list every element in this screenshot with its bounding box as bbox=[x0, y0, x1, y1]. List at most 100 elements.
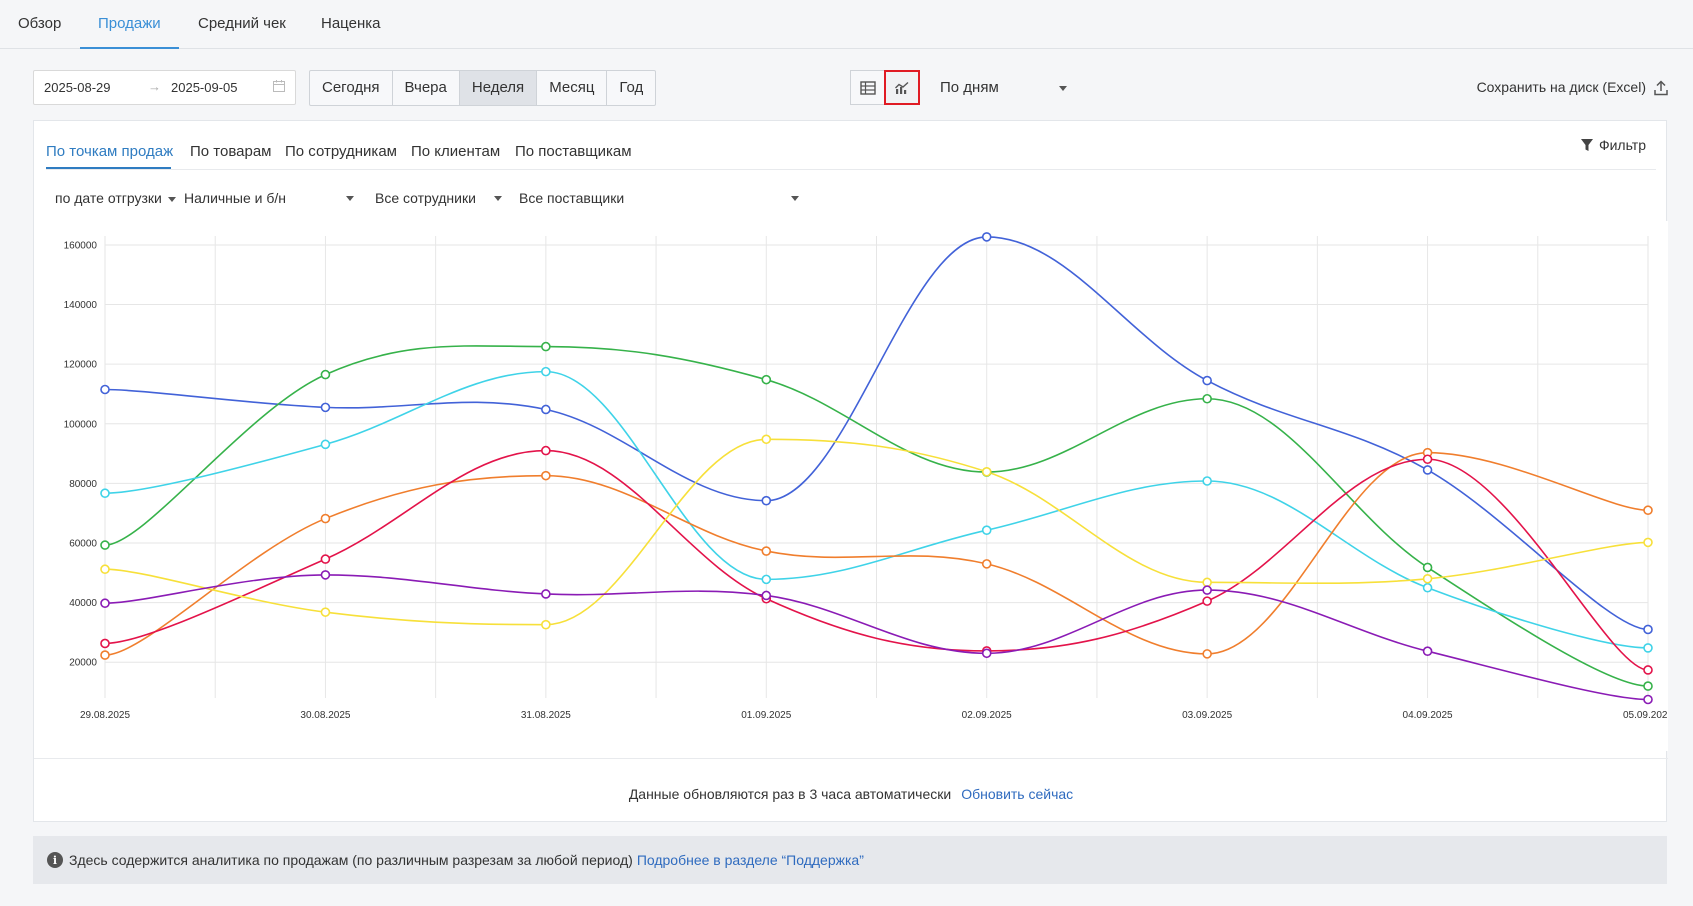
subtabs-divider bbox=[46, 169, 1656, 170]
data-point bbox=[1643, 665, 1653, 675]
chevron-down-icon bbox=[791, 196, 799, 201]
subtab-products[interactable]: По товарам bbox=[190, 143, 271, 160]
data-point bbox=[1202, 585, 1212, 595]
save-excel-label: Сохранить на диск (Excel) bbox=[1476, 79, 1646, 95]
data-point bbox=[981, 648, 992, 659]
save-excel-button[interactable]: Сохранить на диск (Excel) bbox=[1477, 70, 1668, 105]
data-point bbox=[1422, 465, 1433, 475]
tab-overview[interactable]: Обзор bbox=[18, 0, 61, 49]
data-point bbox=[100, 488, 110, 499]
sales-line-chart: 20000 40000 60000 80000 100000 120000 140000 16… bbox=[64, 232, 1673, 721]
x-tick-label: 29.08.2025 bbox=[80, 710, 130, 721]
data-point bbox=[1422, 582, 1433, 593]
date-range-picker[interactable]: 2025-08-29 → 2025-09-05 bbox=[33, 70, 296, 105]
data-point bbox=[761, 374, 772, 385]
footer-divider bbox=[34, 758, 1668, 759]
data-point bbox=[981, 232, 992, 242]
data-point bbox=[761, 546, 772, 556]
data-point bbox=[100, 650, 110, 660]
refresh-now-link[interactable]: Обновить сейчас bbox=[961, 786, 1073, 802]
upload-icon bbox=[1654, 79, 1668, 95]
x-tick-label: 01.09.2025 bbox=[741, 710, 791, 721]
data-point bbox=[1202, 577, 1212, 588]
date-mode-dropdown[interactable]: по дате отгрузки bbox=[55, 186, 176, 210]
data-point bbox=[1643, 505, 1653, 516]
y-tick-label: 120000 bbox=[64, 360, 98, 371]
subtab-suppliers[interactable]: По поставщикам bbox=[515, 143, 632, 160]
data-point bbox=[320, 570, 331, 580]
tab-markup[interactable]: Наценка bbox=[321, 0, 380, 49]
subtab-clients[interactable]: По клиентам bbox=[411, 143, 500, 160]
data-point bbox=[541, 445, 551, 456]
x-tick-label: 04.09.2025 bbox=[1403, 710, 1453, 721]
table-icon bbox=[860, 80, 876, 95]
chart-icon bbox=[895, 81, 909, 94]
date-to[interactable]: 2025-09-05 bbox=[171, 80, 238, 95]
x-tick-label: 02.09.2025 bbox=[962, 710, 1012, 721]
data-point bbox=[541, 470, 551, 481]
data-point bbox=[761, 495, 772, 506]
info-bar: i Здесь содержится аналитика по продажам… bbox=[33, 836, 1667, 884]
period-year-button[interactable]: Год bbox=[607, 71, 655, 105]
data-point bbox=[981, 559, 992, 569]
chevron-down-icon bbox=[167, 196, 176, 202]
subtab-points-of-sale[interactable]: По точкам продаж bbox=[46, 143, 173, 160]
data-point bbox=[1643, 624, 1653, 635]
y-tick-label: 100000 bbox=[64, 419, 98, 430]
data-point bbox=[1643, 681, 1653, 691]
update-note-text: Данные обновляются раз в 3 часа автомати… bbox=[628, 786, 952, 802]
period-today-button[interactable]: Сегодня bbox=[310, 71, 393, 105]
chart-view-button[interactable] bbox=[884, 70, 920, 105]
report-panel: По точкам продаж По товарам По сотрудник… bbox=[33, 120, 1673, 822]
data-point bbox=[100, 564, 110, 575]
data-point bbox=[100, 540, 110, 550]
x-tick-label: 30.08.2025 bbox=[300, 710, 350, 721]
data-point bbox=[541, 619, 551, 630]
filter-button[interactable]: Фильтр bbox=[1580, 137, 1646, 153]
data-point bbox=[1422, 562, 1433, 573]
data-point bbox=[1422, 454, 1433, 465]
x-tick-label: 05.09.2025 bbox=[1623, 710, 1668, 721]
y-tick-label: 80000 bbox=[69, 479, 97, 490]
period-month-button[interactable]: Месяц bbox=[537, 71, 608, 105]
data-point bbox=[320, 439, 331, 450]
data-point bbox=[100, 598, 110, 609]
payment-value: Наличные и б/н bbox=[184, 190, 286, 206]
period-selector: Сегодня Вчера Неделя Месяц Год bbox=[309, 70, 657, 106]
period-yesterday-button[interactable]: Вчера bbox=[393, 71, 460, 105]
data-point bbox=[761, 590, 772, 601]
data-point bbox=[981, 525, 992, 535]
tab-average-check[interactable]: Средний чек bbox=[198, 0, 286, 49]
arrow-right-icon: → bbox=[148, 79, 161, 94]
suppliers-dropdown[interactable]: Все поставщики bbox=[519, 186, 799, 210]
data-point bbox=[320, 369, 331, 380]
grouping-dropdown[interactable]: По дням bbox=[940, 70, 1067, 105]
period-week-button[interactable]: Неделя bbox=[459, 71, 538, 105]
data-point bbox=[100, 384, 110, 395]
data-point bbox=[1422, 646, 1433, 657]
data-point bbox=[1643, 643, 1653, 653]
info-text: Здесь содержится аналитика по продажам (… bbox=[69, 852, 633, 868]
y-tick-label: 140000 bbox=[64, 300, 98, 311]
sales-chart: 20000 40000 60000 80000 100000 120000 140000 16… bbox=[34, 221, 1673, 751]
subtab-employees[interactable]: По сотрудникам bbox=[285, 143, 397, 160]
table-view-button[interactable] bbox=[850, 70, 886, 105]
data-point bbox=[1422, 573, 1433, 584]
employees-dropdown[interactable]: Все сотрудники bbox=[375, 186, 502, 210]
employees-value: Все сотрудники bbox=[375, 190, 476, 206]
tab-sales[interactable]: Продажи bbox=[80, 0, 179, 49]
chevron-down-icon bbox=[1058, 85, 1067, 91]
calendar-icon bbox=[273, 80, 285, 92]
x-tick-label: 03.09.2025 bbox=[1182, 710, 1232, 721]
data-point bbox=[1202, 649, 1212, 659]
y-tick-label: 20000 bbox=[69, 658, 97, 669]
data-point bbox=[1202, 375, 1212, 386]
data-point bbox=[981, 466, 992, 477]
data-point bbox=[1202, 596, 1212, 606]
payment-dropdown[interactable]: Наличные и б/н bbox=[184, 186, 354, 210]
date-from[interactable]: 2025-08-29 bbox=[44, 80, 111, 95]
support-link[interactable]: Подробнее в разделе “Поддержка” bbox=[637, 852, 864, 868]
data-point bbox=[541, 366, 551, 377]
funnel-icon bbox=[1580, 138, 1593, 151]
data-point bbox=[1202, 476, 1212, 486]
